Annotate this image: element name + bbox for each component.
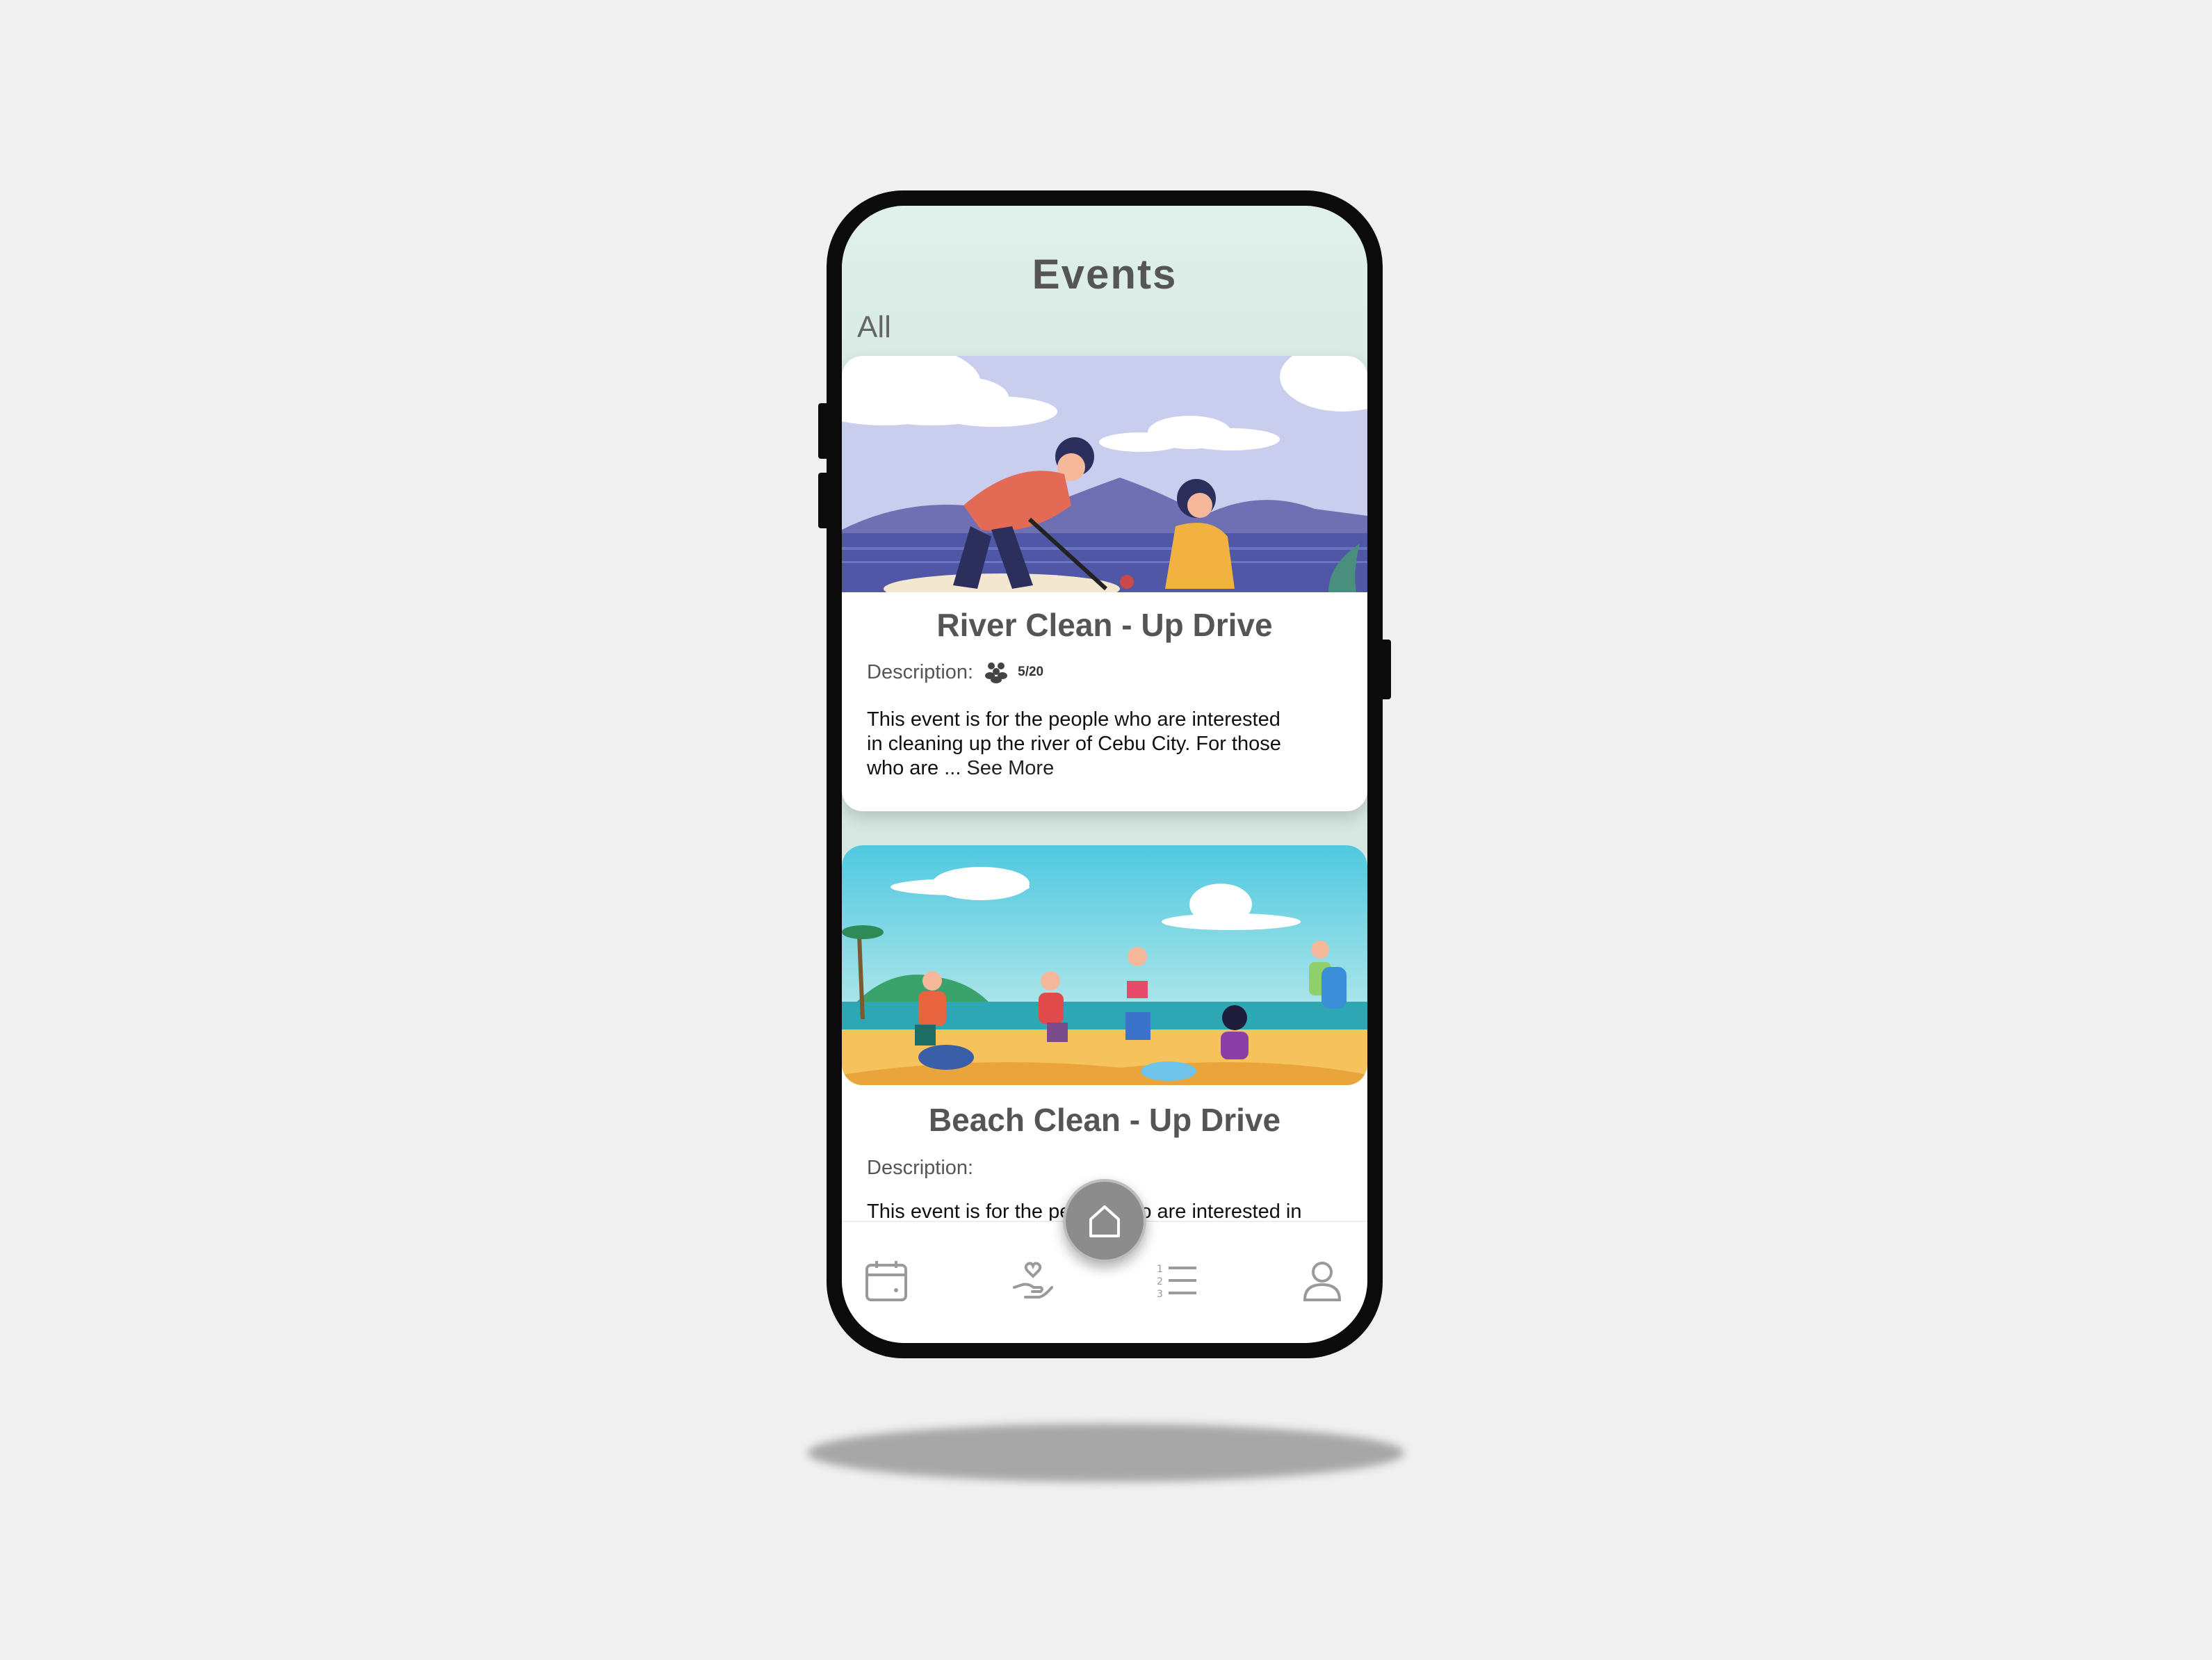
description-text: This event is for the people who are int… — [867, 708, 1281, 779]
see-more-link[interactable]: See More — [966, 757, 1054, 779]
svg-text:3: 3 — [1157, 1289, 1163, 1300]
svg-text:2: 2 — [1157, 1276, 1163, 1287]
event-description: This event is for the people who are int… — [867, 708, 1298, 781]
event-title: Beach Clean - Up Drive — [928, 1102, 1281, 1138]
events-header: Events All — [842, 206, 1367, 373]
filter-tab-all[interactable]: All — [857, 310, 891, 345]
volunteer-hand-heart-icon[interactable] — [1009, 1257, 1057, 1305]
description-row: Description: — [867, 1157, 973, 1180]
calendar-icon[interactable] — [863, 1257, 911, 1305]
home-button[interactable] — [1063, 1179, 1146, 1262]
home-icon — [1089, 1205, 1120, 1237]
phone-screen: Events All River Clean - Up Drive Descri… — [842, 206, 1367, 1343]
svg-text:1: 1 — [1157, 1264, 1163, 1275]
description-label: Description: — [867, 660, 974, 683]
page-title: Events — [1032, 251, 1178, 298]
phone-frame: Events All River Clean - Up Drive Descri… — [827, 190, 1383, 1358]
description-row: Description: 5/20 — [867, 660, 1043, 684]
profile-icon[interactable] — [1298, 1257, 1347, 1305]
phone-shadow — [808, 1424, 1404, 1482]
river-cleanup-illustration — [842, 356, 1367, 592]
numbered-list-icon[interactable]: 12 3 — [1153, 1257, 1202, 1305]
event-card-river[interactable]: River Clean - Up Drive Description: 5/20 — [842, 356, 1367, 811]
description-label: Description: — [867, 1157, 974, 1179]
participants-count: 5/20 — [1018, 665, 1044, 679]
event-title: River Clean - Up Drive — [936, 607, 1273, 643]
participants-icon — [983, 660, 1009, 684]
beach-cleanup-illustration — [842, 845, 1367, 1085]
